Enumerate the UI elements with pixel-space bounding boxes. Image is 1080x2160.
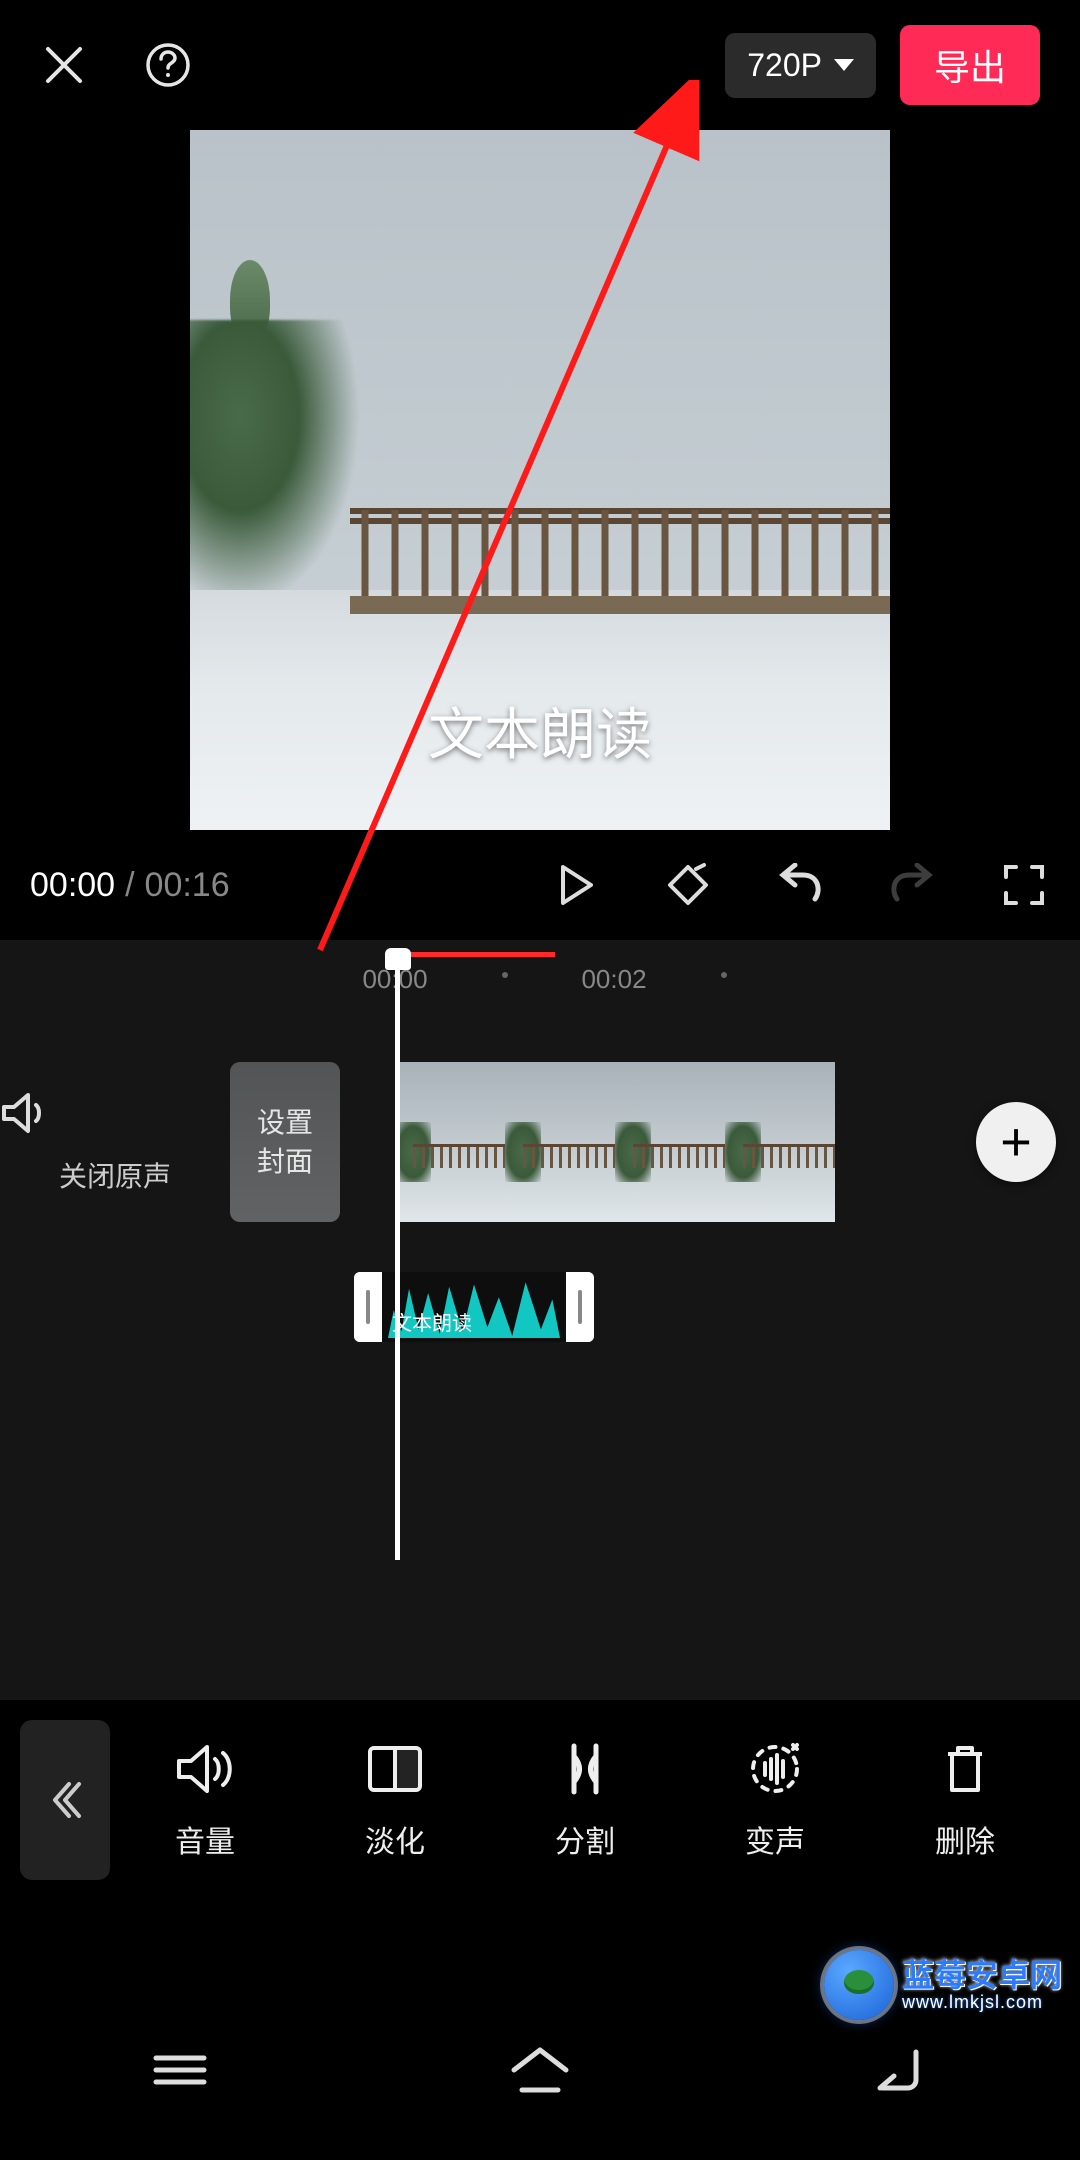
tool-delete[interactable]: 删除 xyxy=(935,1739,995,1861)
split-icon xyxy=(555,1739,615,1799)
mute-label: 关闭原声 xyxy=(0,1155,230,1195)
nav-recent[interactable] xyxy=(140,2040,220,2100)
clip-handle-right[interactable] xyxy=(566,1272,594,1342)
timeline-marker-line xyxy=(395,952,555,957)
resolution-label: 720P xyxy=(747,47,822,84)
voice-change-icon xyxy=(745,1739,805,1799)
ruler-dot xyxy=(721,972,727,978)
tool-split[interactable]: 分割 xyxy=(555,1739,615,1861)
add-clip-button[interactable]: + xyxy=(976,1102,1056,1182)
video-preview[interactable]: 文本朗读 xyxy=(190,130,890,830)
redo-button[interactable] xyxy=(886,859,938,911)
mute-original-audio[interactable]: 关闭原声 xyxy=(0,1089,230,1195)
resolution-button[interactable]: 720P xyxy=(725,33,876,98)
back-button[interactable] xyxy=(20,1720,110,1880)
tool-voice-change[interactable]: 变声 xyxy=(745,1739,805,1861)
play-button[interactable] xyxy=(550,859,602,911)
nav-back[interactable] xyxy=(860,2040,940,2100)
ruler-tick: 00:02 xyxy=(581,964,646,995)
chevron-down-icon xyxy=(834,59,854,71)
fullscreen-button[interactable] xyxy=(998,859,1050,911)
clip-handle-left[interactable] xyxy=(354,1272,382,1342)
close-icon[interactable] xyxy=(40,41,88,89)
current-time: 00:00 xyxy=(30,866,115,905)
undo-button[interactable] xyxy=(774,859,826,911)
total-duration: 00:16 xyxy=(145,866,230,905)
delete-icon xyxy=(935,1739,995,1799)
keyframe-button[interactable] xyxy=(662,859,714,911)
preview-overlay-text: 文本朗读 xyxy=(190,690,890,771)
tool-fade[interactable]: 淡化 xyxy=(365,1739,425,1861)
help-icon[interactable] xyxy=(144,41,192,89)
export-button[interactable]: 导出 xyxy=(900,25,1040,105)
time-separator: / xyxy=(125,866,134,905)
timeline-ruler[interactable]: 00:00 00:02 xyxy=(0,950,1080,1002)
set-cover-button[interactable]: 设置封面 xyxy=(230,1062,340,1222)
audio-clip[interactable]: 文本朗读 xyxy=(354,1272,594,1342)
nav-home[interactable] xyxy=(500,2040,580,2100)
tool-volume[interactable]: 音量 xyxy=(175,1739,235,1861)
fade-icon xyxy=(365,1739,425,1799)
volume-icon xyxy=(175,1739,235,1799)
audio-clip-label: 文本朗读 xyxy=(392,1307,472,1336)
playhead[interactable] xyxy=(395,950,400,1560)
ruler-dot xyxy=(502,972,508,978)
